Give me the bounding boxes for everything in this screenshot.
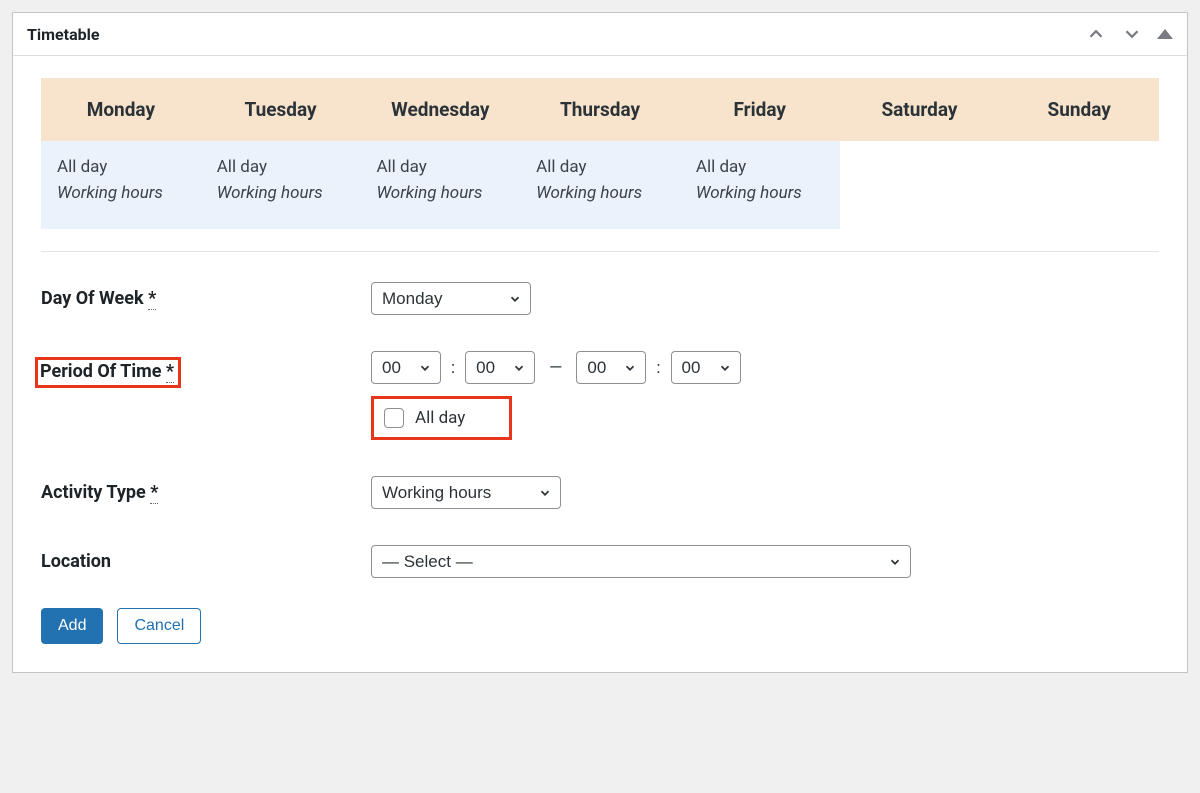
field-activity-type: Working hours (371, 476, 1159, 509)
highlight-period-label: Period Of Time * (35, 357, 181, 388)
label-day-of-week: Day Of Week * (41, 282, 371, 309)
location-select[interactable]: — Select — (371, 545, 911, 578)
label-activity-type: Activity Type * (41, 476, 371, 503)
activity-type-select[interactable]: Working hours (371, 476, 561, 509)
panel-body: Monday All day Working hours Tuesday All… (13, 56, 1187, 672)
move-up-icon[interactable] (1085, 23, 1107, 45)
row-activity-type: Activity Type * Working hours (41, 476, 1159, 509)
timetable-grid: Monday All day Working hours Tuesday All… (41, 78, 1159, 252)
from-minute-select[interactable]: 00 (465, 351, 535, 384)
time-dash: — (543, 358, 568, 378)
row-day-of-week: Day Of Week * Monday (41, 282, 1159, 315)
day-header: Sunday (999, 78, 1159, 141)
day-header: Wednesday (360, 78, 520, 141)
cell-line2: Working hours (536, 181, 664, 207)
to-hour-select[interactable]: 00 (576, 351, 646, 384)
field-day-of-week: Monday (371, 282, 1159, 315)
row-period-of-time: Period Of Time * 00 : 00 — 00 : 00 All d… (41, 351, 1159, 440)
timetable-col-sunday: Sunday (999, 78, 1159, 229)
move-down-icon[interactable] (1121, 23, 1143, 45)
day-header: Friday (680, 78, 840, 141)
time-colon: : (449, 358, 457, 378)
highlight-allday: All day (371, 396, 512, 440)
timetable-panel: Timetable Monday All day Working hours T… (12, 12, 1188, 673)
timetable-col-monday: Monday All day Working hours (41, 78, 201, 229)
day-cell-empty[interactable] (840, 141, 1000, 229)
cell-line1: All day (57, 155, 185, 181)
add-button[interactable]: Add (41, 608, 103, 644)
panel-header-controls (1085, 23, 1173, 45)
cell-line2: Working hours (57, 181, 185, 207)
day-cell[interactable]: All day Working hours (520, 141, 680, 229)
cell-line2: Working hours (217, 181, 345, 207)
cell-line1: All day (376, 155, 504, 181)
day-cell[interactable]: All day Working hours (201, 141, 361, 229)
cell-line2: Working hours (376, 181, 504, 207)
cancel-button[interactable]: Cancel (117, 608, 201, 644)
day-cell[interactable]: All day Working hours (360, 141, 520, 229)
day-header: Monday (41, 78, 201, 141)
timetable-col-saturday: Saturday (840, 78, 1000, 229)
from-hour-select[interactable]: 00 (371, 351, 441, 384)
day-cell[interactable]: All day Working hours (680, 141, 840, 229)
time-range: 00 : 00 — 00 : 00 (371, 351, 1159, 384)
all-day-label: All day (415, 408, 465, 428)
timetable-col-tuesday: Tuesday All day Working hours (201, 78, 361, 229)
time-colon: : (654, 358, 662, 378)
button-row: Add Cancel (41, 608, 1159, 644)
timetable-col-friday: Friday All day Working hours (680, 78, 840, 229)
cell-line2: Working hours (696, 181, 824, 207)
collapse-icon[interactable] (1157, 29, 1173, 39)
panel-header: Timetable (13, 13, 1187, 56)
day-header: Thursday (520, 78, 680, 141)
day-of-week-select[interactable]: Monday (371, 282, 531, 315)
day-header: Saturday (840, 78, 1000, 141)
timetable-col-wednesday: Wednesday All day Working hours (360, 78, 520, 229)
day-cell-empty[interactable] (999, 141, 1159, 229)
to-minute-select[interactable]: 00 (671, 351, 741, 384)
cell-line1: All day (696, 155, 824, 181)
row-location: Location — Select — (41, 545, 1159, 578)
day-cell[interactable]: All day Working hours (41, 141, 201, 229)
day-header: Tuesday (201, 78, 361, 141)
timetable-col-thursday: Thursday All day Working hours (520, 78, 680, 229)
label-location: Location (41, 545, 371, 572)
label-period-of-time: Period Of Time * (41, 351, 371, 388)
cell-line1: All day (536, 155, 664, 181)
field-period-of-time: 00 : 00 — 00 : 00 All day (371, 351, 1159, 440)
cell-line1: All day (217, 155, 345, 181)
field-location: — Select — (371, 545, 1159, 578)
all-day-checkbox[interactable] (384, 408, 404, 428)
panel-title: Timetable (27, 25, 100, 44)
